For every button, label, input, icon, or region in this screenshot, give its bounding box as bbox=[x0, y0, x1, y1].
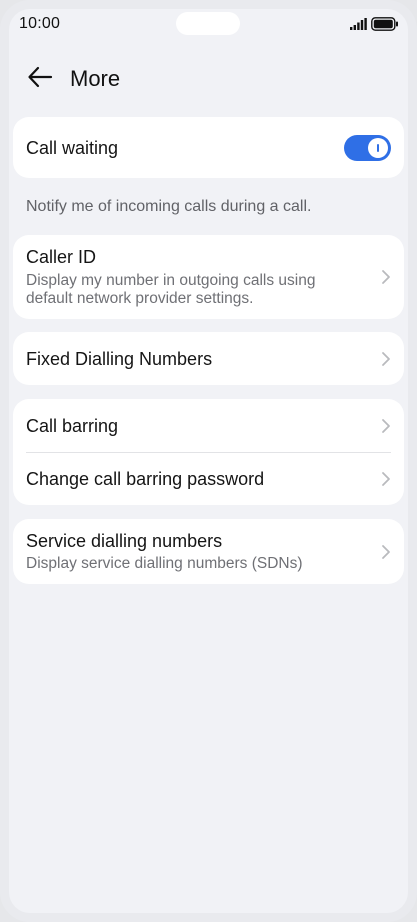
service-dialling-subtitle: Display service dialling numbers (SDNs) bbox=[26, 555, 303, 572]
status-bar: 10:00 bbox=[9, 9, 408, 39]
fixed-dialling-card: Fixed Dialling Numbers bbox=[13, 332, 404, 385]
camera-pill bbox=[176, 12, 240, 35]
caller-id-subtitle-line2: default network provider settings. bbox=[26, 290, 254, 307]
chevron-right-icon bbox=[382, 270, 390, 284]
phone-screen: 10:00 More Call waiting Notify me of inc… bbox=[0, 0, 417, 922]
call-waiting-card: Call waiting bbox=[13, 117, 404, 178]
fixed-dialling-row[interactable]: Fixed Dialling Numbers bbox=[13, 332, 404, 385]
change-barring-password-row[interactable]: Change call barring password bbox=[13, 452, 404, 505]
signal-icon bbox=[350, 18, 367, 30]
call-waiting-label: Call waiting bbox=[26, 138, 119, 158]
chevron-right-icon bbox=[382, 418, 390, 433]
toggle-knob bbox=[368, 137, 388, 158]
call-waiting-row[interactable]: Call waiting bbox=[13, 117, 404, 178]
caller-id-title: Caller ID bbox=[26, 247, 97, 267]
call-waiting-description: Notify me of incoming calls during a cal… bbox=[26, 198, 312, 215]
chevron-right-icon bbox=[382, 351, 390, 366]
chevron-right-icon bbox=[382, 544, 390, 559]
back-button[interactable] bbox=[22, 61, 58, 93]
service-dialling-card: Service dialling numbers Display service… bbox=[13, 519, 404, 584]
call-barring-title: Call barring bbox=[26, 416, 119, 436]
change-barring-password-title: Change call barring password bbox=[26, 469, 265, 489]
battery-icon bbox=[371, 17, 398, 31]
call-waiting-toggle[interactable] bbox=[344, 134, 391, 161]
caller-id-subtitle: Display my number in outgoing calls usin… bbox=[26, 272, 356, 308]
app-header: More bbox=[9, 53, 408, 101]
status-time: 10:00 bbox=[19, 15, 61, 32]
service-dialling-row[interactable]: Service dialling numbers Display service… bbox=[13, 519, 404, 584]
service-dialling-title: Service dialling numbers bbox=[26, 531, 223, 551]
fixed-dialling-title: Fixed Dialling Numbers bbox=[26, 349, 213, 369]
arrow-left-icon bbox=[28, 66, 53, 88]
caller-id-card: Caller ID Display my number in outgoing … bbox=[13, 235, 404, 319]
toggle-on-mark bbox=[377, 143, 379, 152]
caller-id-row[interactable]: Caller ID Display my number in outgoing … bbox=[13, 235, 404, 319]
page-title: More bbox=[70, 66, 121, 91]
chevron-right-icon bbox=[382, 471, 390, 486]
caller-id-subtitle-line1: Display my number in outgoing calls usin… bbox=[26, 272, 316, 289]
call-barring-row[interactable]: Call barring bbox=[13, 399, 404, 452]
call-barring-card: Call barring Change call barring passwor… bbox=[13, 399, 404, 505]
